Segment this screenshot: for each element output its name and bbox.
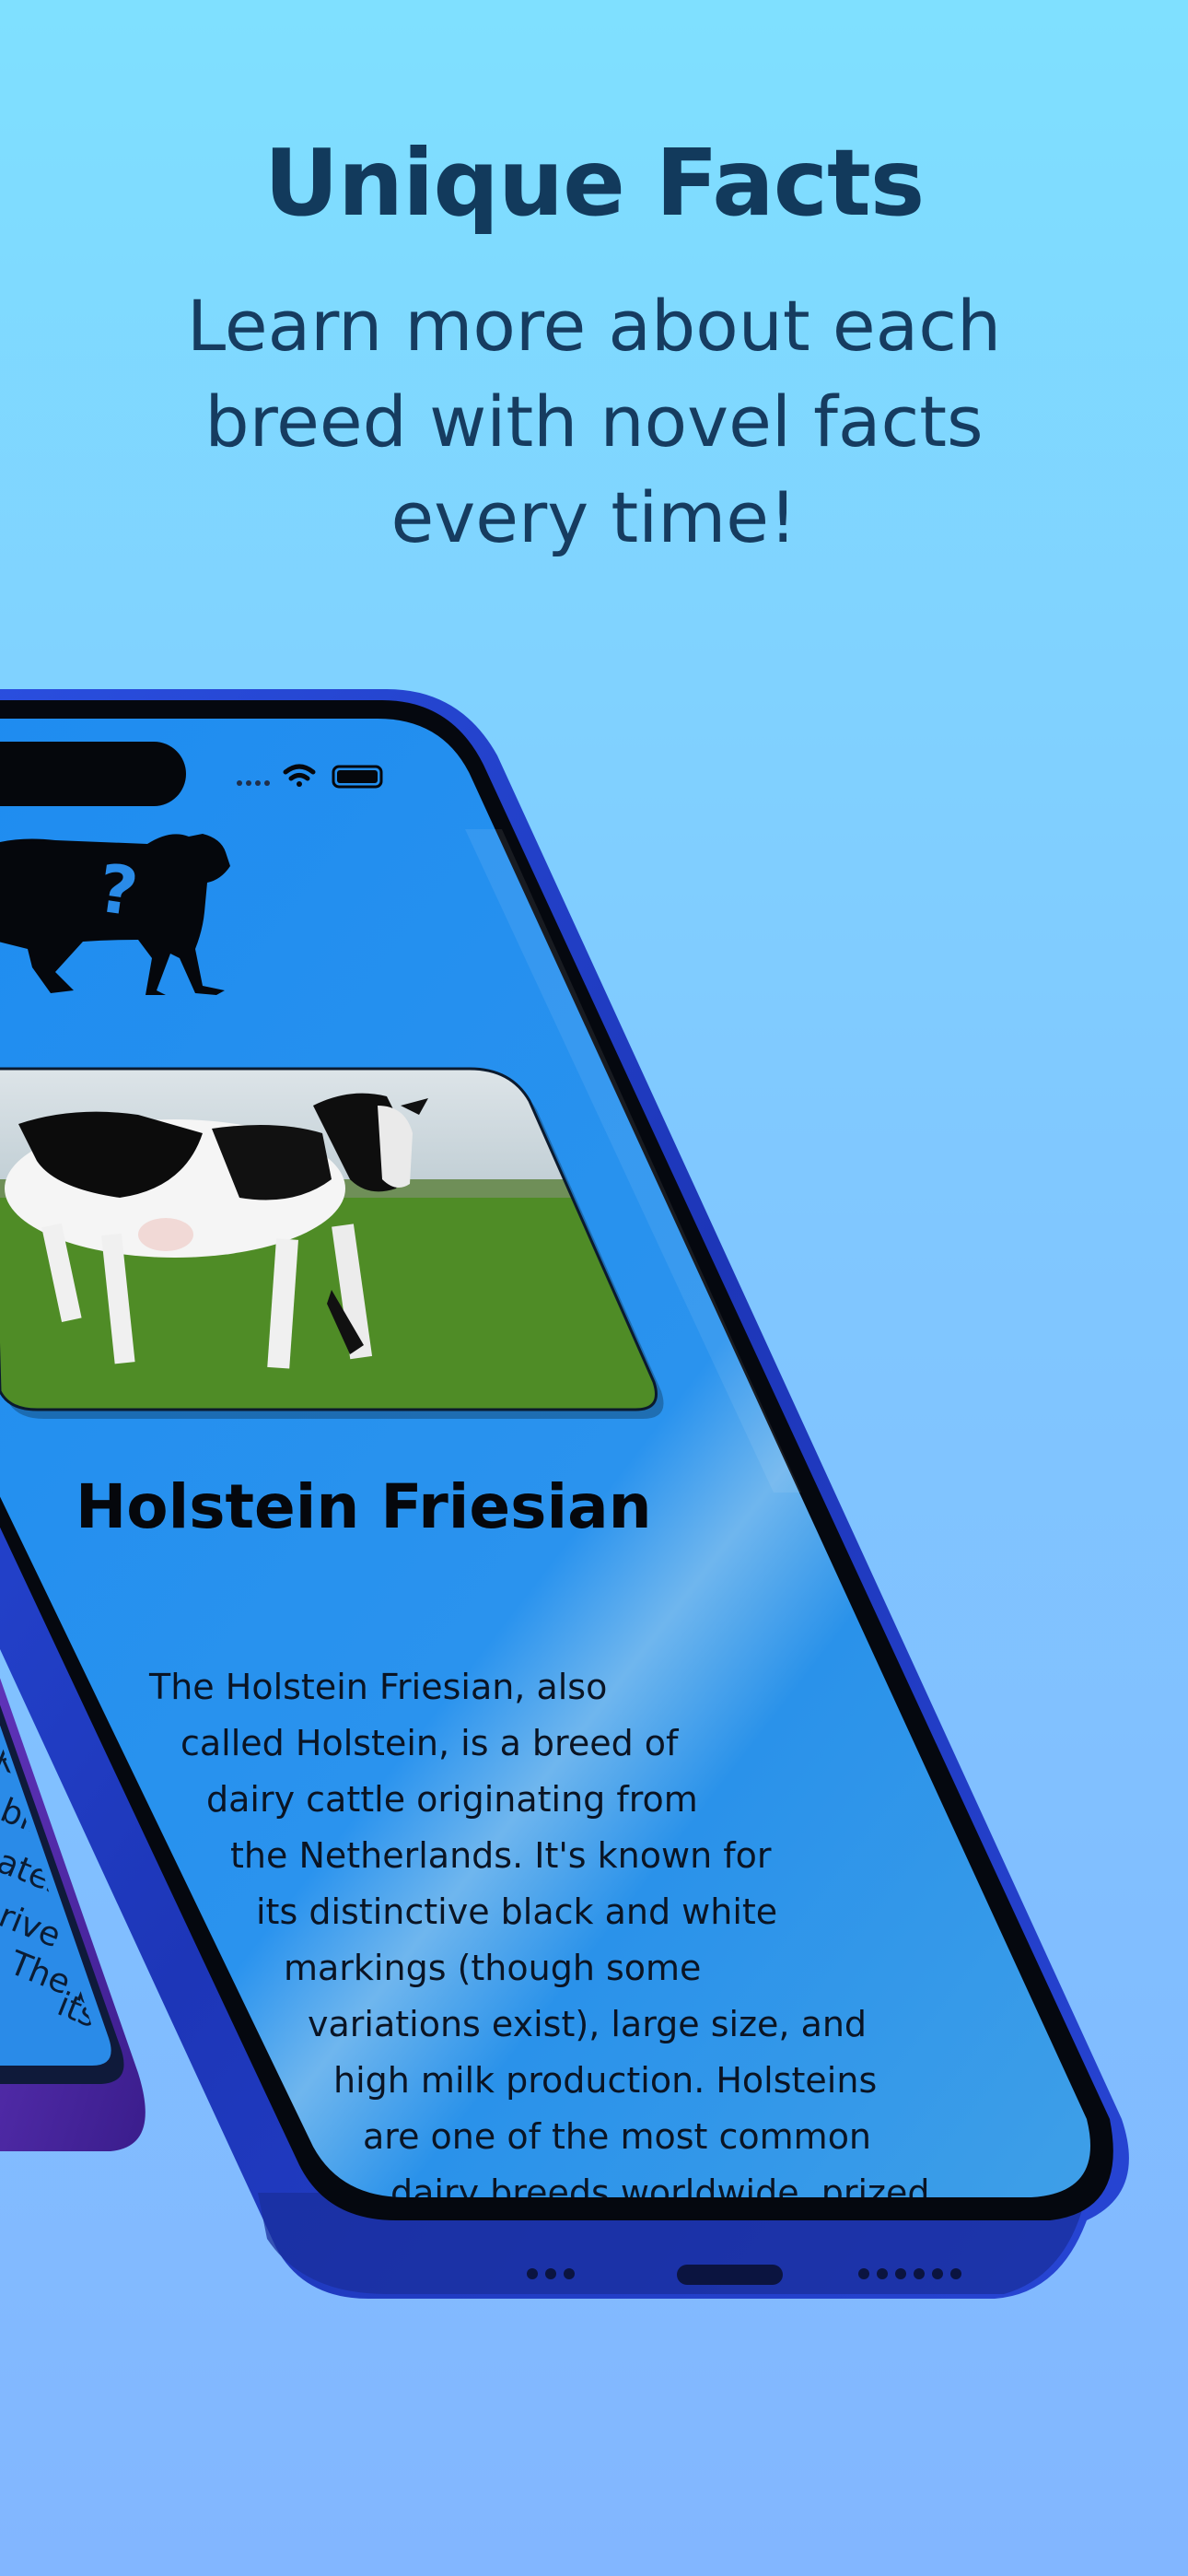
- description-line-7: variations exist), large size, and: [308, 2004, 867, 2044]
- breed-name: Holstein Friesian: [76, 1471, 652, 1542]
- description-line-2: called Holstein, is a breed of: [181, 1723, 680, 1763]
- description-line-8: high milk production. Holsteins: [333, 2060, 877, 2101]
- phone-mockup: ke bili ates rive c The b its n w: [0, 689, 1129, 2299]
- description-line-3: dairy cattle originating from: [206, 1779, 698, 1820]
- description-line-6: markings (though some: [284, 1948, 701, 1988]
- dynamic-island: [0, 742, 186, 806]
- description-line-9: are one of the most common: [363, 2116, 871, 2157]
- description-line-4: the Netherlands. It's known for: [230, 1835, 772, 1876]
- description-line-5: its distinctive black and white: [256, 1891, 777, 1932]
- description-line-1: The Holstein Friesian, also: [148, 1667, 607, 1707]
